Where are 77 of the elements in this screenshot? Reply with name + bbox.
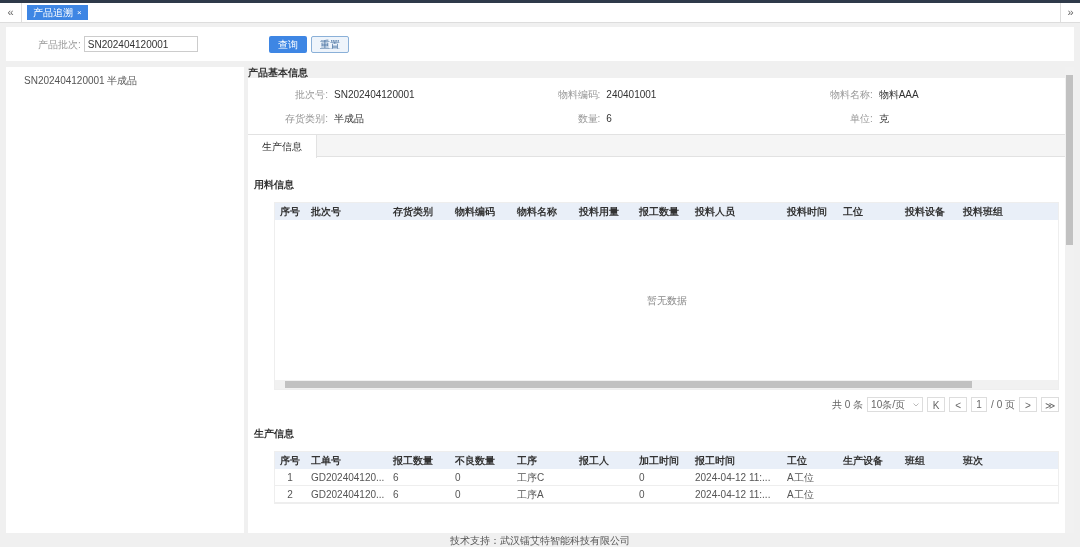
field-label: 存货类别: xyxy=(284,111,328,126)
table-cell-text: 0 xyxy=(638,470,645,485)
total-count: 共 0 条 xyxy=(831,398,864,412)
column-header: 物料名称 xyxy=(516,205,558,219)
section-title: 生产信息 xyxy=(254,427,295,441)
reset-button[interactable]: 重置 xyxy=(310,35,349,53)
page-tab[interactable]: 产品追溯 × xyxy=(27,5,88,20)
field-value: 6 xyxy=(606,111,612,126)
field-label: 数量: xyxy=(576,111,601,126)
search-button[interactable]: 查询 xyxy=(268,35,307,53)
table-cell-text: GD202404120... xyxy=(310,470,385,485)
table-cell-text: A工位 xyxy=(786,470,814,485)
section-title: 用料信息 xyxy=(254,178,295,192)
column-header: 工序 xyxy=(516,454,538,468)
horizontal-scrollbar[interactable] xyxy=(275,380,1058,389)
column-header: 班组 xyxy=(904,454,926,468)
field-value: 物料AAA xyxy=(878,87,919,102)
column-header: 工位 xyxy=(786,454,808,468)
page-size-select[interactable]: 10条/页 xyxy=(867,397,924,412)
field-value: 240401001 xyxy=(606,87,657,102)
column-header: 投料人员 xyxy=(694,205,736,219)
table-cell-text: 工序A xyxy=(516,487,544,502)
table-cell-text: 2024-04-12 11:... xyxy=(694,487,771,502)
column-header: 序号 xyxy=(279,205,301,219)
column-header: 序号 xyxy=(279,454,301,468)
column-header: 工位 xyxy=(842,205,864,219)
first-page-button[interactable]: K xyxy=(927,397,946,412)
column-header: 投料时间 xyxy=(786,205,828,219)
column-header: 报工人 xyxy=(578,454,610,468)
field-label: 批次号: xyxy=(294,87,328,102)
column-header: 报工数量 xyxy=(392,454,434,468)
page-count: / 0 页 xyxy=(991,398,1015,412)
previous-page-button[interactable]: < xyxy=(949,397,968,412)
table-cell-text: 工序C xyxy=(516,470,545,485)
detail-tab[interactable]: 生产信息 xyxy=(248,135,317,158)
column-header: 投料班组 xyxy=(962,205,1004,219)
column-header: 班次 xyxy=(962,454,984,468)
next-page-button[interactable]: > xyxy=(1019,397,1037,412)
field-value: 半成品 xyxy=(334,111,364,126)
column-header: 存货类别 xyxy=(392,205,434,219)
last-page-button[interactable]: ≫ xyxy=(1041,397,1059,412)
section-title: 产品基本信息 xyxy=(248,67,309,78)
column-header: 物料编码 xyxy=(454,205,496,219)
table-cell-text: 0 xyxy=(454,487,461,502)
column-header: 报工时间 xyxy=(694,454,736,468)
field-value: SN202404120001 xyxy=(334,87,415,102)
footer-text: 技术支持：武汉镭艾特智能科技有限公司 xyxy=(450,533,630,547)
table-cell-text: 1 xyxy=(286,470,294,485)
empty-message: 暂无数据 xyxy=(646,293,687,308)
column-header: 投料用量 xyxy=(578,205,620,219)
collapse-button[interactable]: « xyxy=(0,3,22,22)
expand-button[interactable]: » xyxy=(1060,3,1080,22)
field-label: 物料名称: xyxy=(828,87,873,102)
table-cell-text: 6 xyxy=(392,470,399,485)
field-label: 产品批次: xyxy=(38,37,81,52)
table-cell-text: A工位 xyxy=(786,487,814,502)
tree-item[interactable]: SN202404120001 半成品 xyxy=(24,73,244,88)
field-label: 物料编码: xyxy=(556,87,601,102)
field-value: 克 xyxy=(878,111,889,126)
table-cell-text: 2024-04-12 11:... xyxy=(694,470,771,485)
batch-input[interactable]: SN202404120001 xyxy=(83,36,198,52)
chevron-down-icon xyxy=(913,402,920,407)
column-header: 加工时间 xyxy=(638,454,680,468)
table-cell-text: 6 xyxy=(392,487,399,502)
column-header: 投料设备 xyxy=(904,205,946,219)
page-input[interactable]: 1 xyxy=(971,397,988,412)
close-icon[interactable]: × xyxy=(77,6,82,19)
column-header: 报工数量 xyxy=(638,205,680,219)
column-header: 批次号 xyxy=(310,205,342,219)
table-cell-text: 2 xyxy=(286,487,294,502)
column-header: 生产设备 xyxy=(842,454,884,468)
column-header: 工单号 xyxy=(310,454,342,468)
table-cell-text: 0 xyxy=(454,470,461,485)
field-label: 单位: xyxy=(848,111,873,126)
table-cell-text: GD202404120... xyxy=(310,487,385,502)
table-cell-text: 0 xyxy=(638,487,645,502)
column-header: 不良数量 xyxy=(454,454,496,468)
